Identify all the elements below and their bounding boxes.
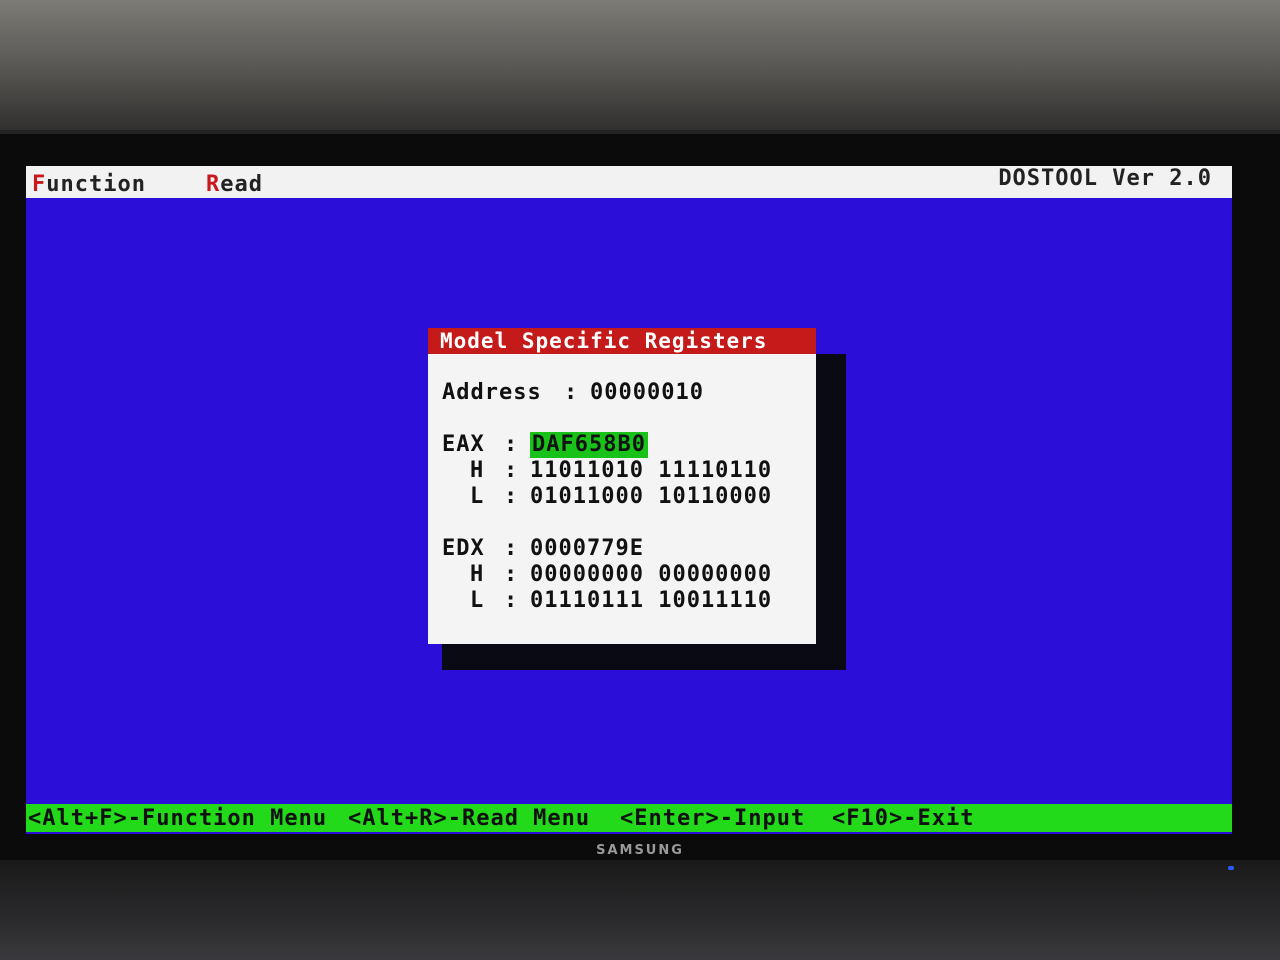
status-bar: <Alt+F>-Function Menu <Alt+R>-Read Menu … <box>26 804 1232 832</box>
wall-background <box>0 0 1280 135</box>
address-value[interactable]: 00000010 <box>590 380 704 406</box>
eax-low-bits: 01011000 10110000 <box>530 484 773 509</box>
eax-colon: : <box>504 432 519 457</box>
edx-low-row: L : 01110111 10011110 <box>442 588 771 718</box>
eax-label: EAX <box>442 432 485 457</box>
address-colon: : <box>564 380 579 405</box>
eax-low-colon: : <box>504 484 519 509</box>
menu-read-hotkey: R <box>206 172 221 197</box>
edx-low-colon: : <box>504 588 519 613</box>
eax-high-label: H <box>470 458 485 483</box>
edx-low-bits: 01110111 10011110 <box>530 588 773 613</box>
address-label: Address <box>442 380 542 405</box>
eax-high-colon: : <box>504 458 519 483</box>
app-title: DOSTOOL Ver 2.0 <box>998 166 1212 191</box>
menu-function[interactable]: Function <box>32 172 146 197</box>
eax-low-label: L <box>470 484 485 509</box>
edx-label: EDX <box>442 536 485 561</box>
edx-colon: : <box>504 536 519 561</box>
menu-function-hotkey: F <box>32 172 47 197</box>
edx-low-label: L <box>470 588 485 613</box>
hint-read-menu[interactable]: <Alt+R>-Read Menu <box>348 806 590 831</box>
power-led <box>1228 866 1234 870</box>
menu-function-label: unction <box>46 172 146 197</box>
hint-exit[interactable]: <F10>-Exit <box>832 806 974 831</box>
eax-high-bits: 11011010 11110110 <box>530 458 773 483</box>
dialog-title: Model Specific Registers <box>428 328 816 354</box>
msr-dialog: Model Specific Registers Address : 00000… <box>428 328 816 644</box>
monitor-brand: SAMSUNG <box>596 843 684 858</box>
menu-read-label: ead <box>220 172 263 197</box>
menu-bar: Function Read DOSTOOL Ver 2.0 <box>26 166 1232 198</box>
menu-read[interactable]: Read <box>206 172 263 197</box>
hint-function-menu[interactable]: <Alt+F>-Function Menu <box>28 806 327 831</box>
hint-input[interactable]: <Enter>-Input <box>620 806 805 831</box>
edx-high-bits: 00000000 00000000 <box>530 562 773 587</box>
eax-value-input[interactable]: DAF658B0 <box>530 432 648 458</box>
desk-background <box>0 860 1280 960</box>
edx-high-colon: : <box>504 562 519 587</box>
edx-high-label: H <box>470 562 485 587</box>
dos-screen: Function Read DOSTOOL Ver 2.0 Model Spec… <box>26 166 1232 834</box>
edx-value[interactable]: 0000779E <box>530 536 644 562</box>
